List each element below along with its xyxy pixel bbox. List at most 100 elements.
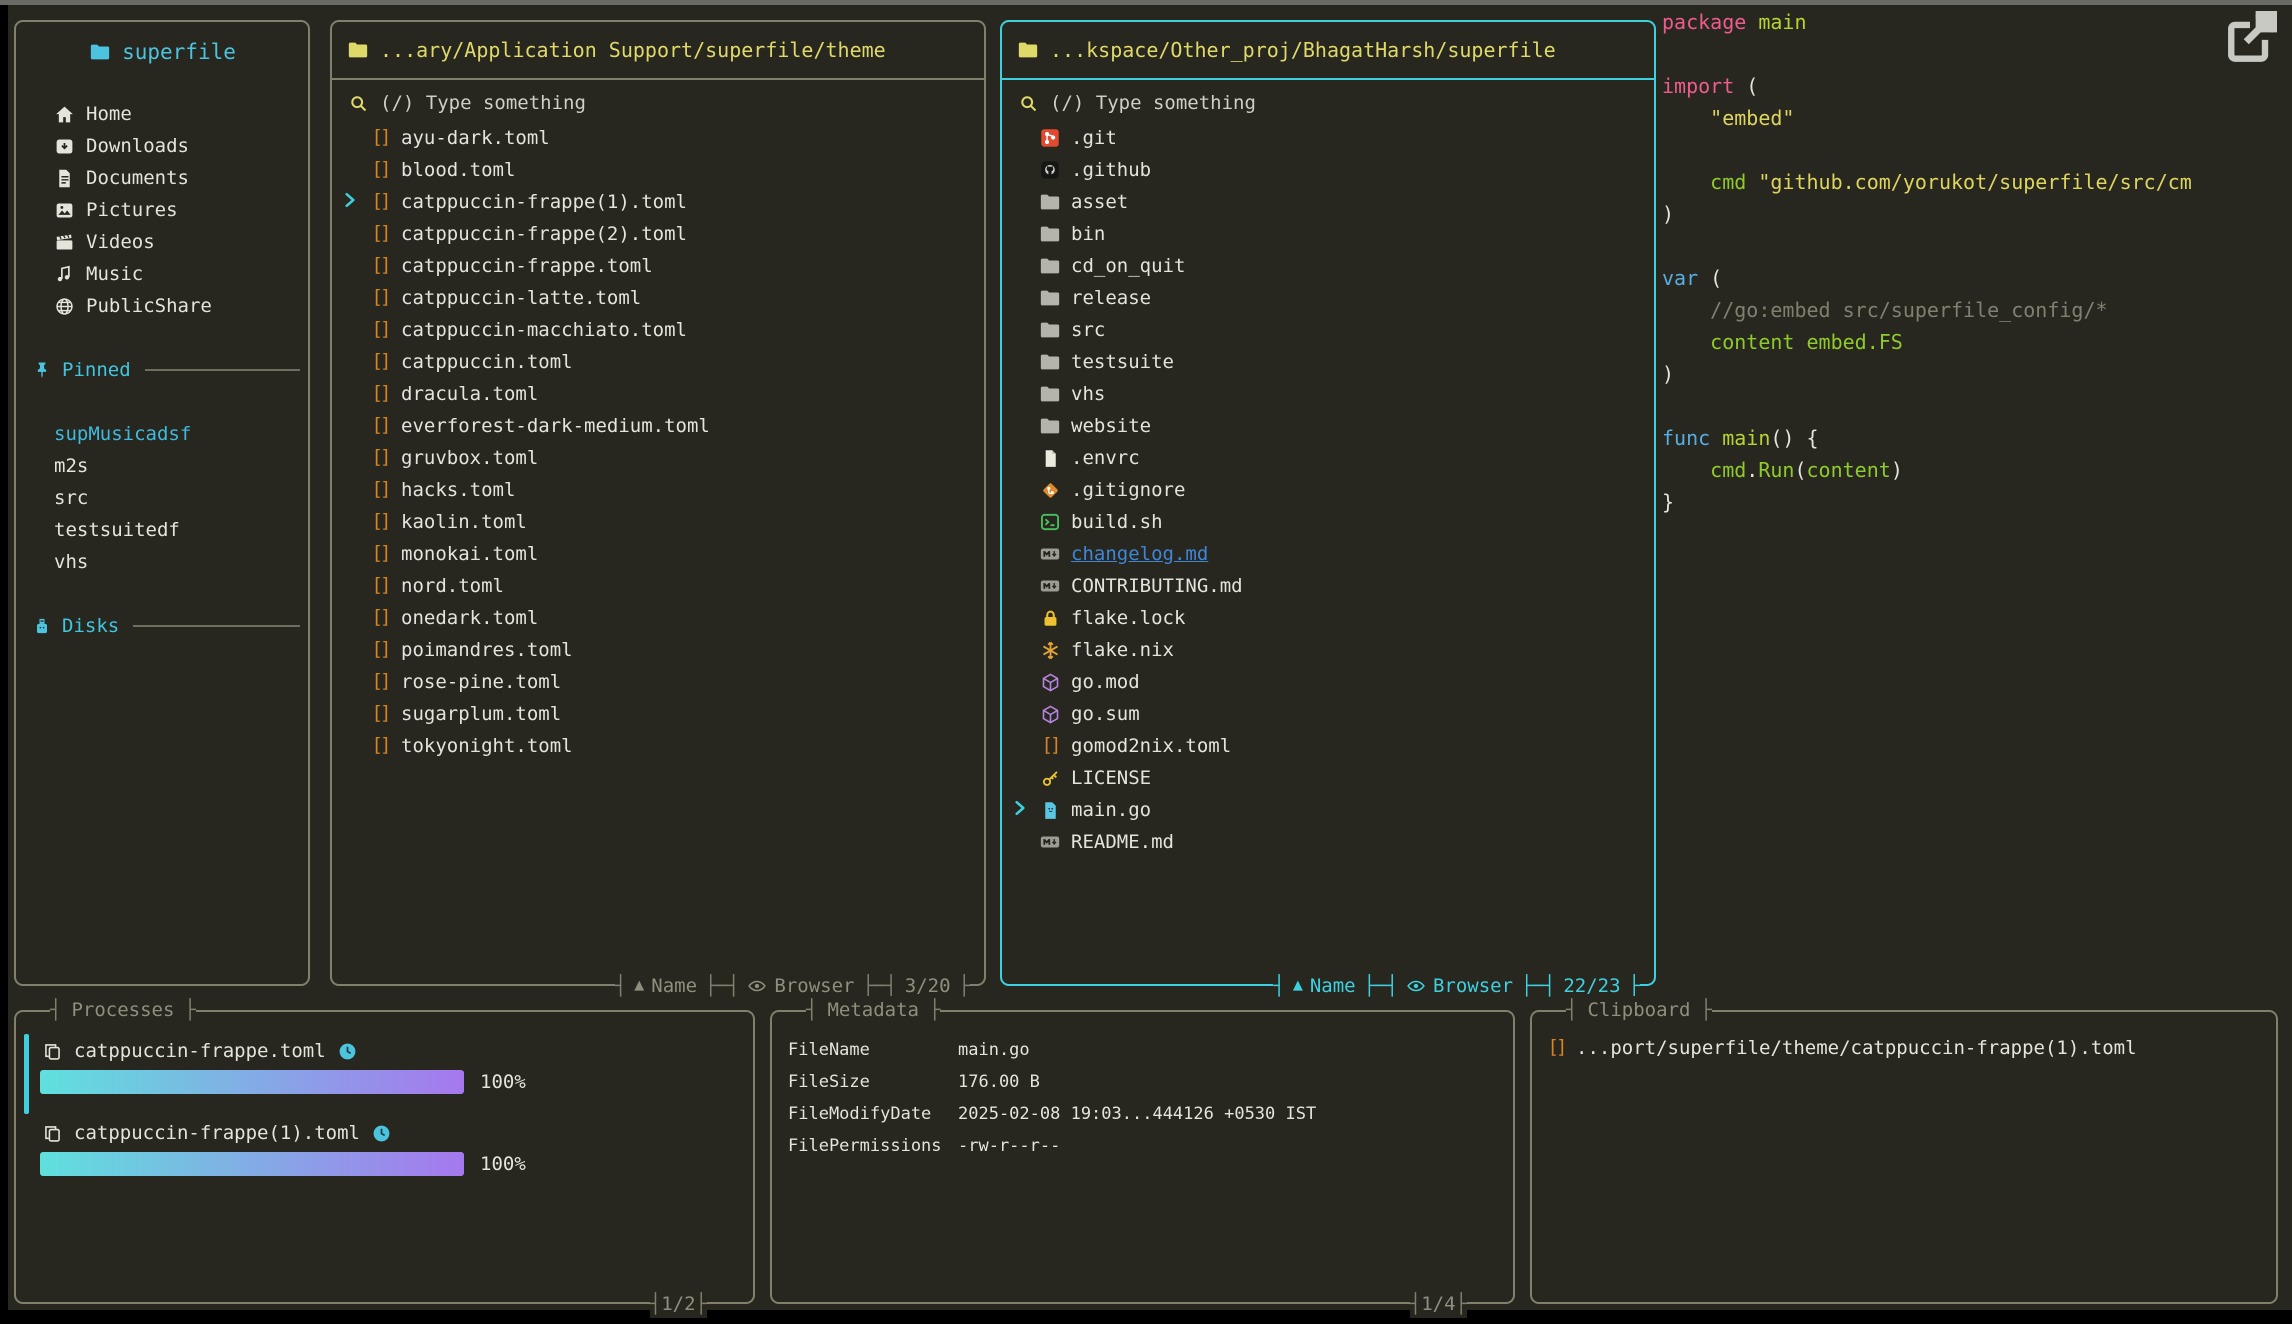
progress-percent: 100% bbox=[480, 1153, 526, 1175]
folder-icon bbox=[88, 40, 112, 64]
sort-toggle[interactable]: ▲Name bbox=[626, 972, 705, 1000]
file-row[interactable]: main.go bbox=[1002, 794, 1654, 826]
file-row[interactable]: []ayu-dark.toml bbox=[332, 122, 984, 154]
file-row[interactable]: []catppuccin-macchiato.toml bbox=[332, 314, 984, 346]
sidebar-item-downloads[interactable]: Downloads bbox=[16, 130, 308, 162]
pinned-item-label: src bbox=[54, 487, 88, 509]
clipboard-item-path: ...port/superfile/theme/catppuccin-frapp… bbox=[1576, 1037, 2137, 1059]
progress-percent: 100% bbox=[480, 1071, 526, 1093]
file-row[interactable]: []hacks.toml bbox=[332, 474, 984, 506]
pinned-item-m2s[interactable]: m2s bbox=[16, 450, 308, 482]
file-row[interactable]: []everforest-dark-medium.toml bbox=[332, 410, 984, 442]
file-row[interactable]: go.mod bbox=[1002, 666, 1654, 698]
pinned-item-label: vhs bbox=[54, 551, 88, 573]
sidebar-item-pictures[interactable]: Pictures bbox=[16, 194, 308, 226]
file-row[interactable]: []monokai.toml bbox=[332, 538, 984, 570]
code-line bbox=[1662, 134, 2288, 166]
file-row[interactable]: []dracula.toml bbox=[332, 378, 984, 410]
file-row[interactable]: CONTRIBUTING.md bbox=[1002, 570, 1654, 602]
file-row[interactable]: []gruvbox.toml bbox=[332, 442, 984, 474]
file-name: everforest-dark-medium.toml bbox=[401, 415, 710, 437]
disks-section-header: Disks bbox=[16, 610, 308, 642]
app-title: superfile bbox=[16, 40, 308, 64]
process-item[interactable]: catppuccin-frappe(1).toml 100% bbox=[16, 1116, 753, 1176]
progress-bar bbox=[40, 1152, 464, 1176]
lock-icon bbox=[1038, 606, 1062, 630]
file-row[interactable]: []rose-pine.toml bbox=[332, 666, 984, 698]
file-row[interactable]: go.sum bbox=[1002, 698, 1654, 730]
file-name: README.md bbox=[1071, 831, 1174, 853]
view-mode-toggle[interactable]: Browser bbox=[1398, 972, 1521, 1000]
search-input[interactable]: (/) Type something bbox=[332, 84, 984, 122]
file-row[interactable]: LICENSE bbox=[1002, 762, 1654, 794]
file-row[interactable]: build.sh bbox=[1002, 506, 1654, 538]
file-row[interactable]: testsuite bbox=[1002, 346, 1654, 378]
pinned-item-supmusicadsf[interactable]: supMusicadsf bbox=[16, 418, 308, 450]
search-input[interactable]: (/) Type something bbox=[1002, 84, 1654, 122]
sidebar-item-music[interactable]: Music bbox=[16, 258, 308, 290]
file-row[interactable]: .github bbox=[1002, 154, 1654, 186]
metadata-value: main.go bbox=[958, 1040, 1030, 1060]
sort-toggle[interactable]: ▲Name bbox=[1285, 972, 1364, 1000]
file-row[interactable]: []catppuccin-frappe.toml bbox=[332, 250, 984, 282]
processes-counter: ┤1/2├ bbox=[650, 1290, 707, 1318]
file-row[interactable]: website bbox=[1002, 410, 1654, 442]
file-row[interactable]: flake.nix bbox=[1002, 634, 1654, 666]
file-row[interactable]: .gitignore bbox=[1002, 474, 1654, 506]
file-name: website bbox=[1071, 415, 1151, 437]
file-row[interactable]: changelog.md bbox=[1002, 538, 1654, 570]
metadata-panel-title: ┤Metadata├ bbox=[806, 996, 940, 1024]
metadata-row: FileSize 176.00 B bbox=[788, 1066, 1513, 1098]
sidebar-item-documents[interactable]: Documents bbox=[16, 162, 308, 194]
clock-icon bbox=[336, 1039, 360, 1063]
file-row[interactable]: src bbox=[1002, 314, 1654, 346]
folder-gray-icon bbox=[1038, 350, 1062, 374]
pinned-list: supMusicadsf m2s src testsuitedf vhs bbox=[16, 418, 308, 578]
file-name: hacks.toml bbox=[401, 479, 515, 501]
external-link-icon[interactable] bbox=[2220, 8, 2280, 68]
file-icon bbox=[1038, 446, 1062, 470]
file-row[interactable]: []catppuccin.toml bbox=[332, 346, 984, 378]
file-row[interactable]: asset bbox=[1002, 186, 1654, 218]
file-row[interactable]: release bbox=[1002, 282, 1654, 314]
file-row[interactable]: []nord.toml bbox=[332, 570, 984, 602]
toml-icon: [] bbox=[368, 638, 392, 662]
folder-gray-icon bbox=[1038, 318, 1062, 342]
pinned-item-vhs[interactable]: vhs bbox=[16, 546, 308, 578]
copy-icon bbox=[40, 1121, 64, 1145]
file-row[interactable]: []poimandres.toml bbox=[332, 634, 984, 666]
file-row[interactable]: []gomod2nix.toml bbox=[1002, 730, 1654, 762]
sidebar-item-videos[interactable]: Videos bbox=[16, 226, 308, 258]
file-row[interactable]: []onedark.toml bbox=[332, 602, 984, 634]
file-row[interactable]: .git bbox=[1002, 122, 1654, 154]
folder-gray-icon bbox=[1038, 222, 1062, 246]
pinned-item-label: testsuitedf bbox=[54, 519, 180, 541]
file-row[interactable]: []catppuccin-frappe(2).toml bbox=[332, 218, 984, 250]
pinned-item-testsuitedf[interactable]: testsuitedf bbox=[16, 514, 308, 546]
pinned-item-src[interactable]: src bbox=[16, 482, 308, 514]
file-name: asset bbox=[1071, 191, 1128, 213]
file-row[interactable]: []catppuccin-frappe(1).toml bbox=[332, 186, 984, 218]
process-item[interactable]: catppuccin-frappe.toml 100% bbox=[16, 1034, 753, 1094]
file-row[interactable]: []sugarplum.toml bbox=[332, 698, 984, 730]
file-row[interactable]: flake.lock bbox=[1002, 602, 1654, 634]
file-name: blood.toml bbox=[401, 159, 515, 181]
file-row[interactable]: README.md bbox=[1002, 826, 1654, 858]
sidebar-item-home[interactable]: Home bbox=[16, 98, 308, 130]
file-row[interactable]: []blood.toml bbox=[332, 154, 984, 186]
file-row[interactable]: .envrc bbox=[1002, 442, 1654, 474]
panel-path-label: ...ary/Application Support/superfile/the… bbox=[380, 38, 886, 62]
file-name: cd_on_quit bbox=[1071, 255, 1185, 277]
process-selection-bar bbox=[24, 1034, 29, 1114]
file-row[interactable]: cd_on_quit bbox=[1002, 250, 1654, 282]
file-row[interactable]: []catppuccin-latte.toml bbox=[332, 282, 984, 314]
globe-icon bbox=[52, 294, 76, 318]
file-row[interactable]: []tokyonight.toml bbox=[332, 730, 984, 762]
toml-icon: [] bbox=[368, 606, 392, 630]
code-line: //go:embed src/superfile_config/* bbox=[1662, 294, 2288, 326]
file-row[interactable]: vhs bbox=[1002, 378, 1654, 410]
sidebar-item-publicshare[interactable]: PublicShare bbox=[16, 290, 308, 322]
file-row[interactable]: bin bbox=[1002, 218, 1654, 250]
file-row[interactable]: []kaolin.toml bbox=[332, 506, 984, 538]
file-name: .envrc bbox=[1071, 447, 1140, 469]
